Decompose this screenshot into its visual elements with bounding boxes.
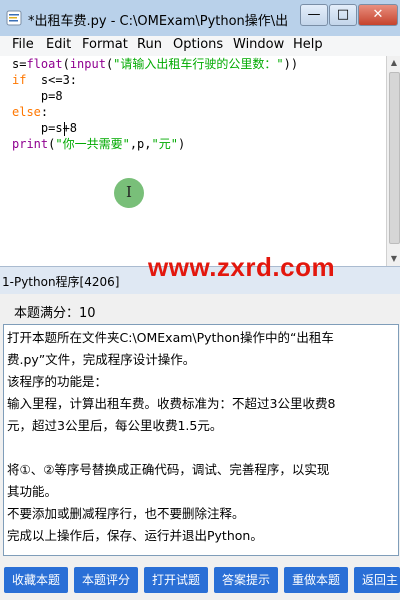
code-line-2: if s<=3: [12, 72, 77, 88]
question-panel: 本题满分：10 打开本题所在文件夹C:\OMExam\Python操作中的“出租… [0, 294, 400, 600]
menu-help[interactable]: Help [293, 37, 323, 52]
code-token: if [12, 73, 27, 87]
return-main-button[interactable]: 返回主 [354, 567, 400, 593]
menu-run[interactable]: Run [137, 37, 162, 52]
question-line: 元，超过3公里后，每公里收费1.5元。 [7, 418, 223, 433]
redo-question-button[interactable]: 重做本题 [284, 567, 348, 593]
rate-question-button[interactable]: 本题评分 [74, 567, 138, 593]
close-icon: ✕ [372, 7, 384, 22]
close-button[interactable]: ✕ [358, 4, 398, 26]
open-question-button[interactable]: 打开试题 [144, 567, 208, 593]
editor-scrollbar[interactable]: ▲ ▼ [386, 56, 400, 266]
code-line-1: s=float(input("请输入出租车行驶的公里数：")) [12, 56, 298, 72]
code-token: ( [62, 57, 70, 71]
scroll-thumb[interactable] [389, 72, 400, 244]
site-watermark: www.zxrd.com [148, 252, 336, 282]
code-token: "请输入出租车行驶的公里数：" [113, 57, 284, 71]
menu-format[interactable]: Format [82, 37, 128, 52]
scroll-down-icon[interactable]: ▼ [387, 252, 400, 266]
code-token: print [12, 137, 49, 151]
question-line: 其功能。 [7, 484, 58, 499]
question-text-box[interactable]: 打开本题所在文件夹C:\OMExam\Python操作中的“出租车 费.py”文… [3, 324, 399, 556]
code-line-3: p=8 [12, 88, 63, 104]
code-line-6: print("你一共需要",p,"元") [12, 136, 185, 152]
menu-bar: File Edit Format Run Options Window Help [0, 36, 400, 57]
minimize-button[interactable]: — [300, 4, 328, 26]
code-token: float [26, 57, 63, 71]
code-line-5: p=s+8 [12, 120, 77, 136]
question-line: 打开本题所在文件夹C:\OMExam\Python操作中的“出租车 [7, 330, 334, 345]
question-line: 费.py”文件，完成程序设计操作。 [7, 352, 196, 367]
maximize-button[interactable]: □ [329, 4, 357, 26]
code-token: ) [177, 137, 186, 151]
code-token: : [40, 105, 49, 119]
menu-options[interactable]: Options [173, 37, 223, 52]
python-idle-icon [6, 10, 22, 26]
question-line: 该程序的功能是： [7, 374, 108, 389]
score-label: 本题满分：10 [14, 306, 96, 321]
code-token: "元" [151, 137, 178, 151]
answer-hint-button[interactable]: 答案提示 [214, 567, 278, 593]
menu-edit[interactable]: Edit [46, 37, 71, 52]
question-line: 将①、②等序号替换成正确代码，调试、完善程序，以实现 [7, 462, 330, 477]
menu-window[interactable]: Window [233, 37, 284, 52]
title-bar: *出租车费.py - C:\OMExam\Python操作\出租... — □ … [0, 0, 400, 37]
code-token: s= [12, 57, 27, 71]
code-token: ,p, [129, 137, 152, 151]
scroll-up-icon[interactable]: ▲ [387, 56, 400, 70]
minimize-icon: — [307, 7, 321, 22]
code-token: p=8 [12, 89, 63, 103]
code-line-4: else: [12, 104, 48, 120]
question-line: 不要添加或删减程序行，也不要删除注释。 [7, 506, 245, 521]
code-token: p=s+8 [12, 121, 78, 135]
code-token: else [12, 105, 41, 119]
code-token: s<=3: [26, 73, 78, 87]
question-line: 输入里程，计算出租车费。收费标准为：不超过3公里收费8 [7, 396, 336, 411]
code-token: "你一共需要" [55, 137, 130, 151]
shell-title: 1-Python程序[4206] [2, 275, 120, 289]
favorite-question-button[interactable]: 收藏本题 [4, 567, 68, 593]
code-token: )) [283, 57, 299, 71]
code-token: input [69, 57, 106, 71]
text-caret [64, 122, 65, 136]
bottom-button-bar: 收藏本题 本题评分 打开试题 答案提示 重做本题 返回主 [0, 565, 400, 600]
ibeam-cursor-icon: I [126, 183, 132, 201]
window-title: *出租车费.py - C:\OMExam\Python操作\出租... [28, 14, 288, 29]
question-line: 完成以上操作后，保存、运行并退出Python。 [7, 528, 263, 543]
maximize-icon: □ [336, 7, 350, 22]
menu-file[interactable]: File [12, 37, 34, 52]
code-editor[interactable]: s=float(input("请输入出租车行驶的公里数：")) if s<=3:… [0, 56, 386, 266]
